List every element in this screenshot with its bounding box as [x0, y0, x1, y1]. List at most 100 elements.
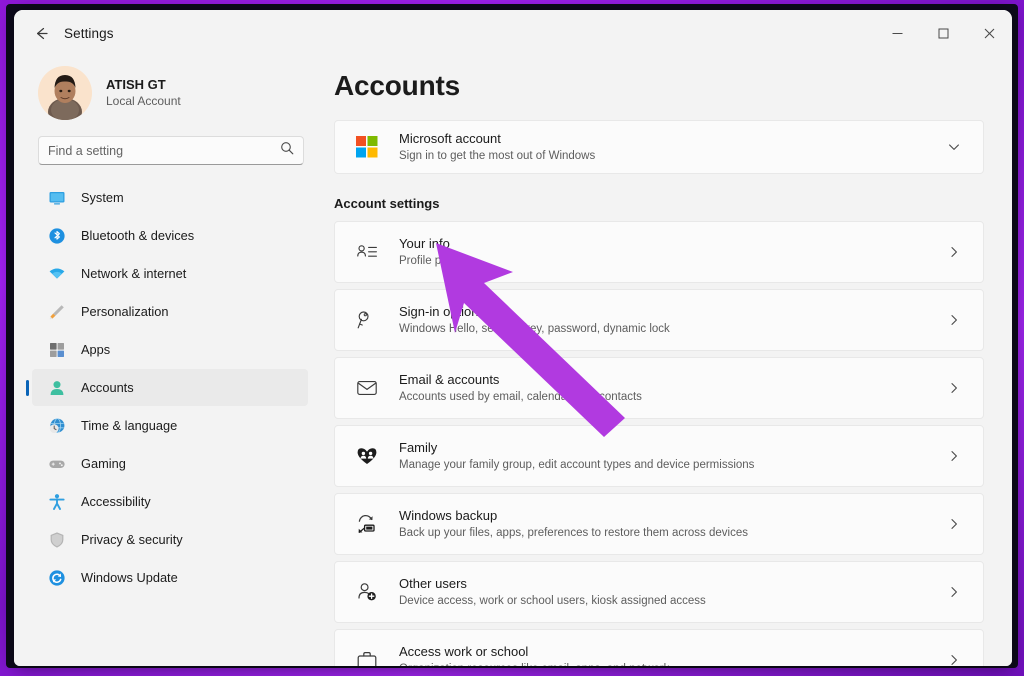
accessibility-icon: [46, 491, 68, 513]
sidebar-item-system[interactable]: System: [32, 179, 308, 216]
search-input[interactable]: [48, 143, 280, 158]
setting-row-family[interactable]: Family Manage your family group, edit ac…: [334, 425, 984, 487]
sidebar-item-label: Privacy & security: [81, 532, 183, 547]
desktop-background: Settings ATISH GT Local Account Find a s…: [0, 0, 1024, 676]
family-heart-icon: [351, 445, 383, 467]
sidebar-item-accounts[interactable]: Accounts: [26, 369, 308, 406]
card-text: Microsoft account Sign in to get the mos…: [399, 130, 943, 165]
setting-row-access-work-school[interactable]: Access work or school Organization resou…: [334, 629, 984, 666]
sidebar-item-label: Windows Update: [81, 570, 178, 585]
person-add-icon: [351, 581, 383, 603]
sidebar-item-label: Accessibility: [81, 494, 151, 509]
card-subtitle: Back up your files, apps, preferences to…: [399, 526, 748, 539]
chevron-right-icon[interactable]: [943, 449, 965, 463]
main-content: Accounts Microsoft account Sign in to ge…: [318, 56, 1012, 666]
card-text: Your info Profile photo: [399, 235, 943, 270]
chevron-right-icon[interactable]: [943, 313, 965, 327]
bluetooth-icon: [46, 225, 68, 247]
apps-grid-icon: [46, 339, 68, 361]
profile-block[interactable]: ATISH GT Local Account: [14, 56, 308, 132]
monitor-icon: [46, 187, 68, 209]
card-text: Access work or school Organization resou…: [399, 643, 943, 666]
window-body: ATISH GT Local Account Find a setting Sy…: [14, 56, 1012, 666]
card-title: Email & accounts: [399, 371, 500, 387]
app-title: Settings: [64, 25, 114, 41]
profile-account-type: Local Account: [106, 94, 181, 109]
setting-row-your-info[interactable]: Your info Profile photo: [334, 221, 984, 283]
search-box[interactable]: [38, 136, 304, 165]
card-text: Sign-in options Windows Hello, security …: [399, 303, 943, 338]
sidebar-item-label: Apps: [81, 342, 111, 357]
microsoft-logo-icon: [351, 136, 383, 158]
card-subtitle: Profile photo: [399, 254, 464, 267]
sidebar-item-windows-update[interactable]: Windows Update: [32, 559, 308, 596]
card-text: Other users Device access, work or schoo…: [399, 575, 943, 610]
search-icon: [280, 141, 294, 160]
sidebar-item-time-language[interactable]: Time & language: [32, 407, 308, 444]
briefcase-icon: [351, 649, 383, 666]
chevron-right-icon[interactable]: [943, 381, 965, 395]
sidebar-item-accessibility[interactable]: Accessibility: [32, 483, 308, 520]
title-bar: Settings: [14, 10, 1012, 56]
section-heading: Account settings: [334, 196, 440, 211]
contact-card-icon: [351, 241, 383, 263]
page-title: Accounts: [334, 70, 460, 101]
microsoft-account-card[interactable]: Microsoft account Sign in to get the mos…: [334, 120, 984, 174]
envelope-icon: [351, 377, 383, 399]
card-title: Family: [399, 439, 438, 455]
profile-text: ATISH GT Local Account: [106, 76, 181, 110]
sidebar: ATISH GT Local Account Find a setting Sy…: [14, 56, 318, 666]
settings-window: Settings ATISH GT Local Account Find a s…: [14, 10, 1012, 666]
card-subtitle: Sign in to get the most out of Windows: [399, 149, 596, 162]
sidebar-nav: System Bluetooth & devices Network & int…: [14, 179, 308, 596]
card-text: Windows backup Back up your files, apps,…: [399, 507, 943, 542]
sidebar-item-label: Network & internet: [81, 266, 187, 281]
sidebar-item-label: Personalization: [81, 304, 169, 319]
sidebar-item-label: Time & language: [81, 418, 178, 433]
chevron-right-icon[interactable]: [943, 653, 965, 666]
card-title: Sign-in options: [399, 303, 485, 319]
setting-row-email-accounts[interactable]: Email & accounts Accounts used by email,…: [334, 357, 984, 419]
card-title: Microsoft account: [399, 130, 501, 146]
sidebar-item-label: Accounts: [81, 380, 134, 395]
chevron-right-icon[interactable]: [943, 245, 965, 259]
sidebar-item-apps[interactable]: Apps: [32, 331, 308, 368]
selection-indicator: [26, 379, 29, 396]
chevron-right-icon[interactable]: [943, 517, 965, 531]
caption-buttons: [874, 10, 1012, 56]
sidebar-item-privacy-security[interactable]: Privacy & security: [32, 521, 308, 558]
paintbrush-icon: [46, 301, 68, 323]
minimize-button[interactable]: [874, 10, 920, 56]
card-subtitle: Windows Hello, security key, password, d…: [399, 322, 670, 335]
setting-row-sign-in-options[interactable]: Sign-in options Windows Hello, security …: [334, 289, 984, 351]
update-refresh-icon: [46, 567, 68, 589]
sidebar-item-bluetooth-devices[interactable]: Bluetooth & devices: [32, 217, 308, 254]
profile-name: ATISH GT: [106, 76, 166, 92]
shield-icon: [46, 529, 68, 551]
avatar: [38, 66, 92, 120]
sidebar-item-label: System: [81, 190, 124, 205]
back-arrow-icon[interactable]: [24, 18, 58, 48]
card-title: Access work or school: [399, 643, 529, 659]
sidebar-item-label: Gaming: [81, 456, 126, 471]
card-title: Your info: [399, 235, 450, 251]
card-text: Email & accounts Accounts used by email,…: [399, 371, 943, 406]
backup-icon: [351, 513, 383, 535]
person-icon: [46, 377, 68, 399]
sidebar-item-personalization[interactable]: Personalization: [32, 293, 308, 330]
chevron-down-icon[interactable]: [943, 140, 965, 154]
card-subtitle: Device access, work or school users, kio…: [399, 594, 706, 607]
chevron-right-icon[interactable]: [943, 585, 965, 599]
setting-row-other-users[interactable]: Other users Device access, work or schoo…: [334, 561, 984, 623]
card-subtitle: Accounts used by email, calendar, and co…: [399, 390, 642, 403]
clock-globe-icon: [46, 415, 68, 437]
sidebar-item-label: Bluetooth & devices: [81, 228, 195, 243]
close-button[interactable]: [966, 10, 1012, 56]
sidebar-item-network-internet[interactable]: Network & internet: [32, 255, 308, 292]
card-subtitle: Manage your family group, edit account t…: [399, 458, 755, 471]
maximize-button[interactable]: [920, 10, 966, 56]
wifi-icon: [46, 263, 68, 285]
setting-row-windows-backup[interactable]: Windows backup Back up your files, apps,…: [334, 493, 984, 555]
sidebar-item-gaming[interactable]: Gaming: [32, 445, 308, 482]
card-title: Other users: [399, 575, 467, 591]
